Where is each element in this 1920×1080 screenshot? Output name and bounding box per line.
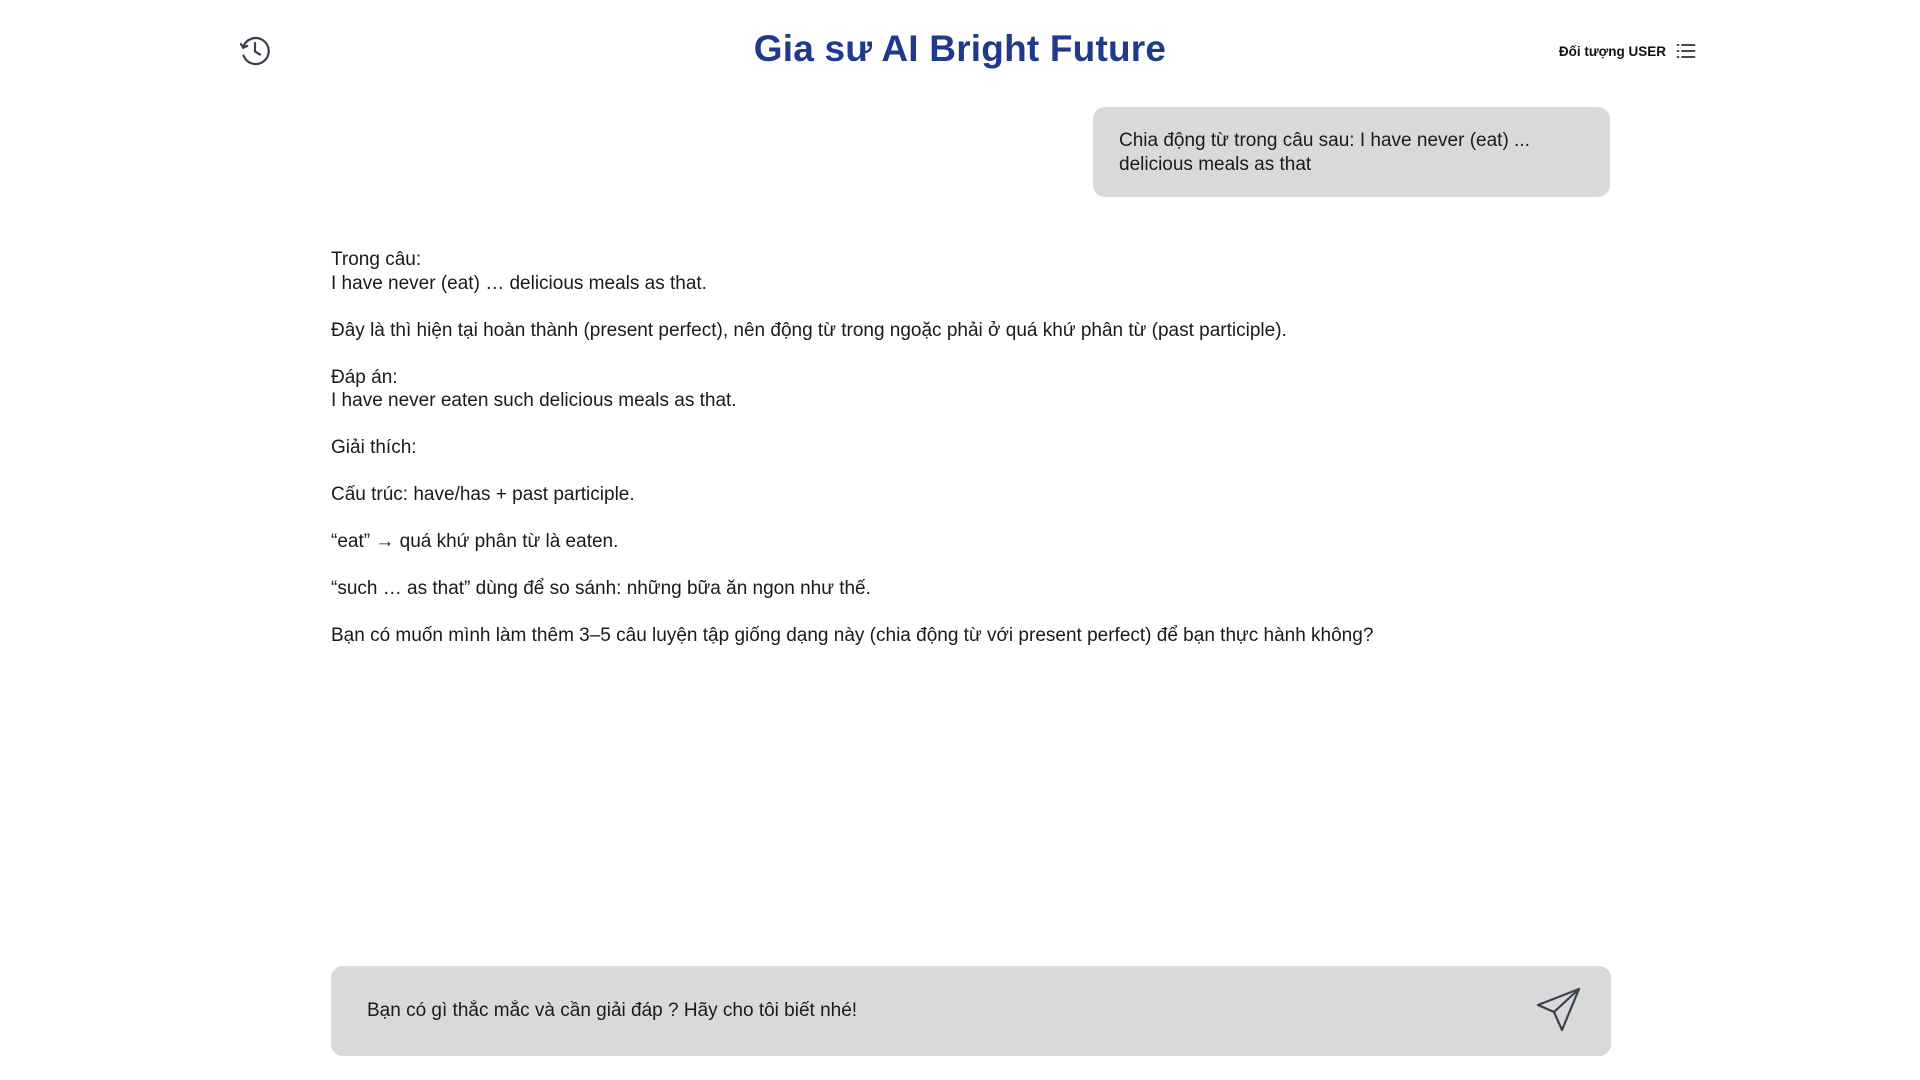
assistant-text-line: Cấu trúc: have/has + past participle. — [331, 484, 635, 505]
assistant-paragraph: “eat” → quá khứ phân từ là eaten. — [331, 530, 1611, 554]
send-icon — [1535, 986, 1581, 1037]
assistant-paragraph: Đây là thì hiện tại hoàn thành (present … — [331, 319, 1611, 343]
send-button[interactable] — [1533, 986, 1583, 1036]
user-message-bubble: Chia động từ trong câu sau: I have never… — [1093, 107, 1610, 197]
assistant-text-line: Bạn có muốn mình làm thêm 3–5 câu luyện … — [331, 625, 1374, 646]
assistant-text-line: “eat” → quá khứ phân từ là eaten. — [331, 531, 619, 552]
assistant-text-line: “such … as that” dùng để so sánh: những … — [331, 578, 871, 599]
assistant-paragraph: Bạn có muốn mình làm thêm 3–5 câu luyện … — [331, 624, 1611, 648]
chat-input-bar — [331, 966, 1611, 1056]
chat-page: Gia sư AI Bright Future Đối tượng USER C… — [0, 0, 1920, 1080]
assistant-text-line: Giải thích: — [331, 437, 417, 458]
user-target-menu[interactable]: Đối tượng USER — [1559, 42, 1696, 60]
assistant-paragraph: Cấu trúc: have/has + past participle. — [331, 483, 1611, 507]
assistant-text-line: I have never eaten such delicious meals … — [331, 390, 737, 411]
assistant-message: Trong câu: I have never (eat) … delicious… — [331, 248, 1611, 671]
chat-input[interactable] — [367, 1000, 1533, 1022]
assistant-paragraph: Giải thích: — [331, 436, 1611, 460]
assistant-paragraph: Đáp án: I have never eaten such delicious… — [331, 366, 1611, 413]
assistant-paragraph: “such … as that” dùng để so sánh: những … — [331, 577, 1611, 601]
list-menu-icon — [1676, 42, 1696, 60]
assistant-text-line: I have never (eat) … delicious meals as … — [331, 272, 707, 294]
assistant-text-line: Trong câu: — [331, 249, 422, 270]
user-target-label: Đối tượng USER — [1558, 43, 1666, 59]
assistant-paragraph: Trong câu: I have never (eat) … delicious… — [331, 248, 1611, 295]
assistant-text-line: Đáp án: — [331, 366, 398, 388]
assistant-text-line: Đây là thì hiện tại hoàn thành (present … — [331, 319, 1287, 341]
user-message-text: Chia động từ trong câu sau: I have never… — [1119, 130, 1530, 175]
